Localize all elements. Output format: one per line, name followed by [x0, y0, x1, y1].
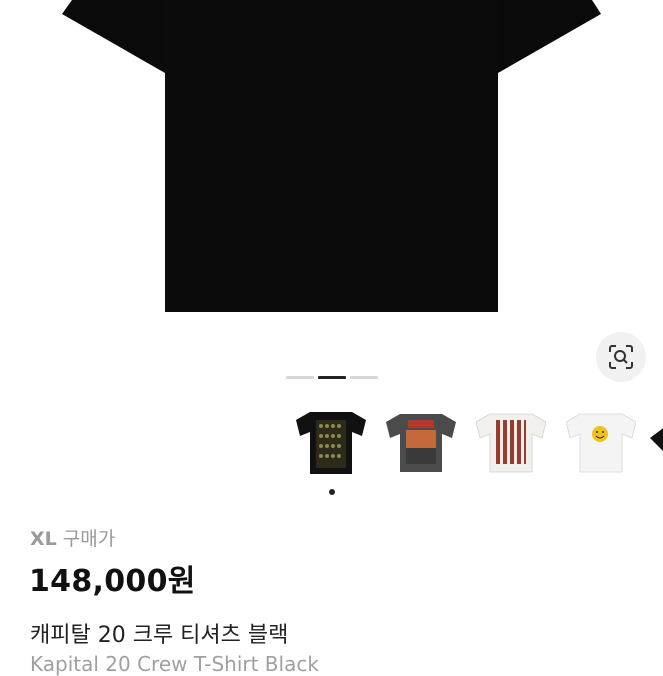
price: 148,000원: [29, 564, 196, 599]
tshirt-black-image: [650, 428, 663, 451]
product-title-english: Kapital 20 Crew T-Shirt Black: [30, 652, 319, 676]
thumbnail-selected-dot: [329, 489, 335, 495]
tshirt-white-smiley-image: [566, 413, 636, 473]
gallery-pager: [286, 376, 378, 379]
tshirt-black-image: [0, 0, 663, 360]
image-search-icon: [609, 345, 633, 369]
image-search-button[interactable]: [596, 332, 646, 382]
thumbnail-item-partial[interactable]: [646, 408, 663, 478]
pager-segment[interactable]: [350, 376, 378, 379]
thumbnail-item[interactable]: [296, 408, 366, 478]
pager-segment-active[interactable]: [318, 376, 346, 379]
purchase-label: 구매가: [62, 528, 116, 550]
tshirt-black-graphic-image: [296, 412, 366, 474]
product-hero-image[interactable]: [0, 0, 663, 360]
related-thumbnails: [296, 408, 636, 478]
tshirt-white-pattern-image: [476, 413, 546, 473]
pager-segment[interactable]: [286, 376, 314, 379]
thumbnail-item[interactable]: [566, 408, 636, 478]
tshirt-gray-graphic-image: [386, 414, 456, 472]
size-purchase-label: XL 구매가: [30, 524, 115, 551]
product-title-korean: 캐피탈 20 크루 티셔츠 블랙: [30, 623, 289, 648]
thumbnail-item[interactable]: [476, 408, 546, 478]
thumbnail-item[interactable]: [386, 408, 456, 478]
size-label: XL: [30, 528, 57, 550]
